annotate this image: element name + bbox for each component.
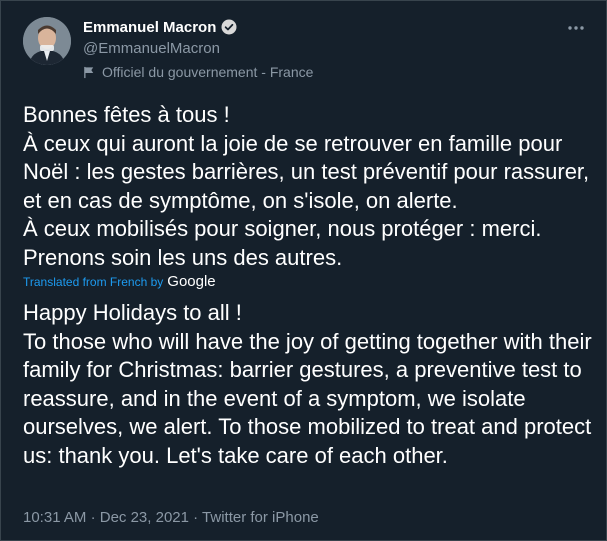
tweet-source[interactable]: Twitter for iPhone	[202, 509, 319, 526]
google-logo: Google	[167, 273, 216, 290]
tweet-time[interactable]: 10:31 AM	[23, 509, 86, 526]
flag-icon	[84, 66, 94, 78]
author-name[interactable]: Emmanuel Macron	[83, 19, 216, 36]
more-options-icon[interactable]	[566, 18, 586, 38]
translation-attribution: Translated from French by Google	[23, 273, 216, 290]
avatar[interactable]	[23, 17, 71, 65]
tweet-date[interactable]: Dec 23, 2021	[100, 509, 189, 526]
tweet-text-translated: Happy Holidays to all ! To those who wil…	[23, 300, 592, 468]
meta-separator: ·	[90, 509, 96, 526]
author-name-row: Emmanuel Macron	[83, 18, 238, 36]
verified-badge-icon	[221, 19, 237, 35]
translated-label[interactable]: Translated from French by	[23, 275, 163, 289]
affiliation-text: Officiel du gouvernement - France	[102, 64, 314, 80]
affiliation-label: Officiel du gouvernement - France	[83, 64, 313, 80]
meta-separator: ·	[193, 509, 199, 526]
tweet-card: Emmanuel Macron @EmmanuelMacron Officiel…	[0, 0, 607, 541]
avatar-image	[23, 17, 71, 65]
tweet-text-original: Bonnes fêtes à tous ! À ceux qui auront …	[23, 102, 590, 270]
author-handle[interactable]: @EmmanuelMacron	[83, 40, 220, 57]
tweet-metadata: 10:31 AM · Dec 23, 2021 · Twitter for iP…	[23, 509, 319, 526]
